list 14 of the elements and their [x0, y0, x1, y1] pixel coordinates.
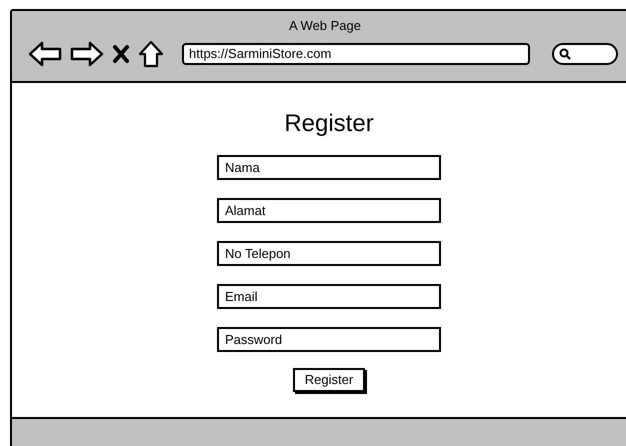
input-field[interactable]: Alamat: [217, 198, 441, 223]
register-button[interactable]: Register: [292, 368, 366, 392]
page-heading: Register: [284, 108, 374, 139]
close-icon[interactable]: [112, 44, 130, 64]
search-icon: [559, 48, 571, 60]
input-field[interactable]: Password: [217, 326, 441, 352]
input-field[interactable]: Nama: [217, 154, 441, 180]
input-field[interactable]: No Telepon: [217, 240, 441, 266]
search-field[interactable]: [552, 42, 618, 64]
back-arrow-icon[interactable]: [28, 40, 62, 66]
window-title: A Web Page: [288, 17, 362, 35]
forward-arrow-icon[interactable]: [70, 40, 104, 66]
address-field[interactable]: https://SarminiStore.com: [182, 42, 530, 64]
input-field[interactable]: Email: [217, 284, 441, 309]
